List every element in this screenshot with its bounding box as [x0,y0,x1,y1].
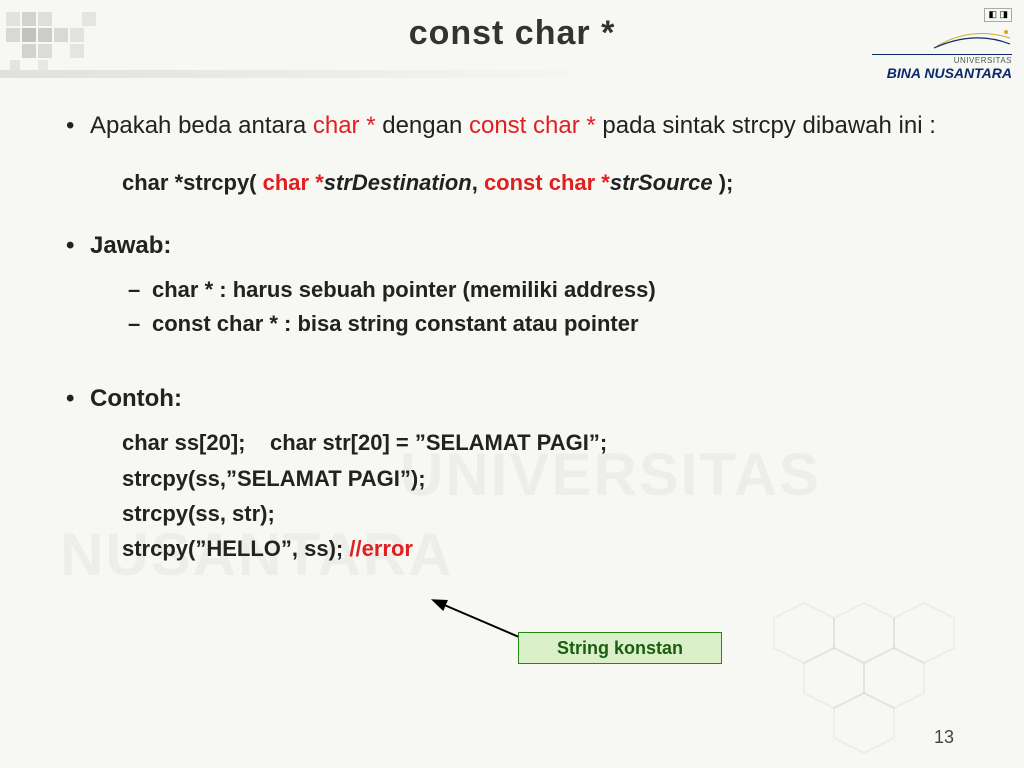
function-signature: char *strcpy( char *strDestination, cons… [60,170,960,196]
text-fragment-red: //error [349,536,413,561]
hex-pattern-icon [734,598,994,758]
title-underline-bar [0,70,1024,78]
slide-content: Apakah beda antara char * dengan const c… [60,110,960,566]
code-line-1: char ss[20]; char str[20] = ”SELAMAT PAG… [60,425,960,460]
text-fragment: Apakah beda antara [90,112,313,139]
text-fragment-italic: strDestination [324,170,472,195]
brand-swoosh-icon [932,26,1012,52]
brand-name: BINA NUSANTARA [872,66,1012,81]
text-fragment: strcpy(”HELLO”, ss); [122,536,349,561]
page-number: 13 [934,727,954,748]
text-fragment-red: char * [313,112,376,139]
text-fragment: pada sintak strcpy dibawah ini : [596,112,936,139]
text-fragment-italic: strSource [610,170,713,195]
text-fragment-red: const char * [484,170,610,195]
text-fragment: dengan [376,112,469,139]
callout-string-konstan: String konstan [518,632,722,664]
slide-title: const char * [0,14,1024,53]
bullet-jawab-1: char * : harus sebuah pointer (memiliki … [60,273,960,307]
text-fragment-red: char * [263,170,324,195]
bullet-contoh-label: Contoh: [60,383,960,415]
brand-logo: ◧ ◨ UNIVERSITAS BINA NUSANTARA [872,8,1012,81]
code-line-3: strcpy(ss, str); [60,496,960,531]
code-line-2: strcpy(ss,”SELAMAT PAGI”); [60,461,960,496]
text-fragment: ); [713,170,734,195]
text-fragment: char *strcpy( [122,170,263,195]
bullet-jawab-label: Jawab: [60,230,960,262]
brand-flags-icon: ◧ ◨ [984,8,1012,22]
bullet-jawab-2: const char * : bisa string constant atau… [60,307,960,341]
code-line-4: strcpy(”HELLO”, ss); //error [60,531,960,566]
text-fragment: , [472,170,484,195]
bullet-question: Apakah beda antara char * dengan const c… [60,110,960,142]
text-fragment-red: const char * [469,112,596,139]
